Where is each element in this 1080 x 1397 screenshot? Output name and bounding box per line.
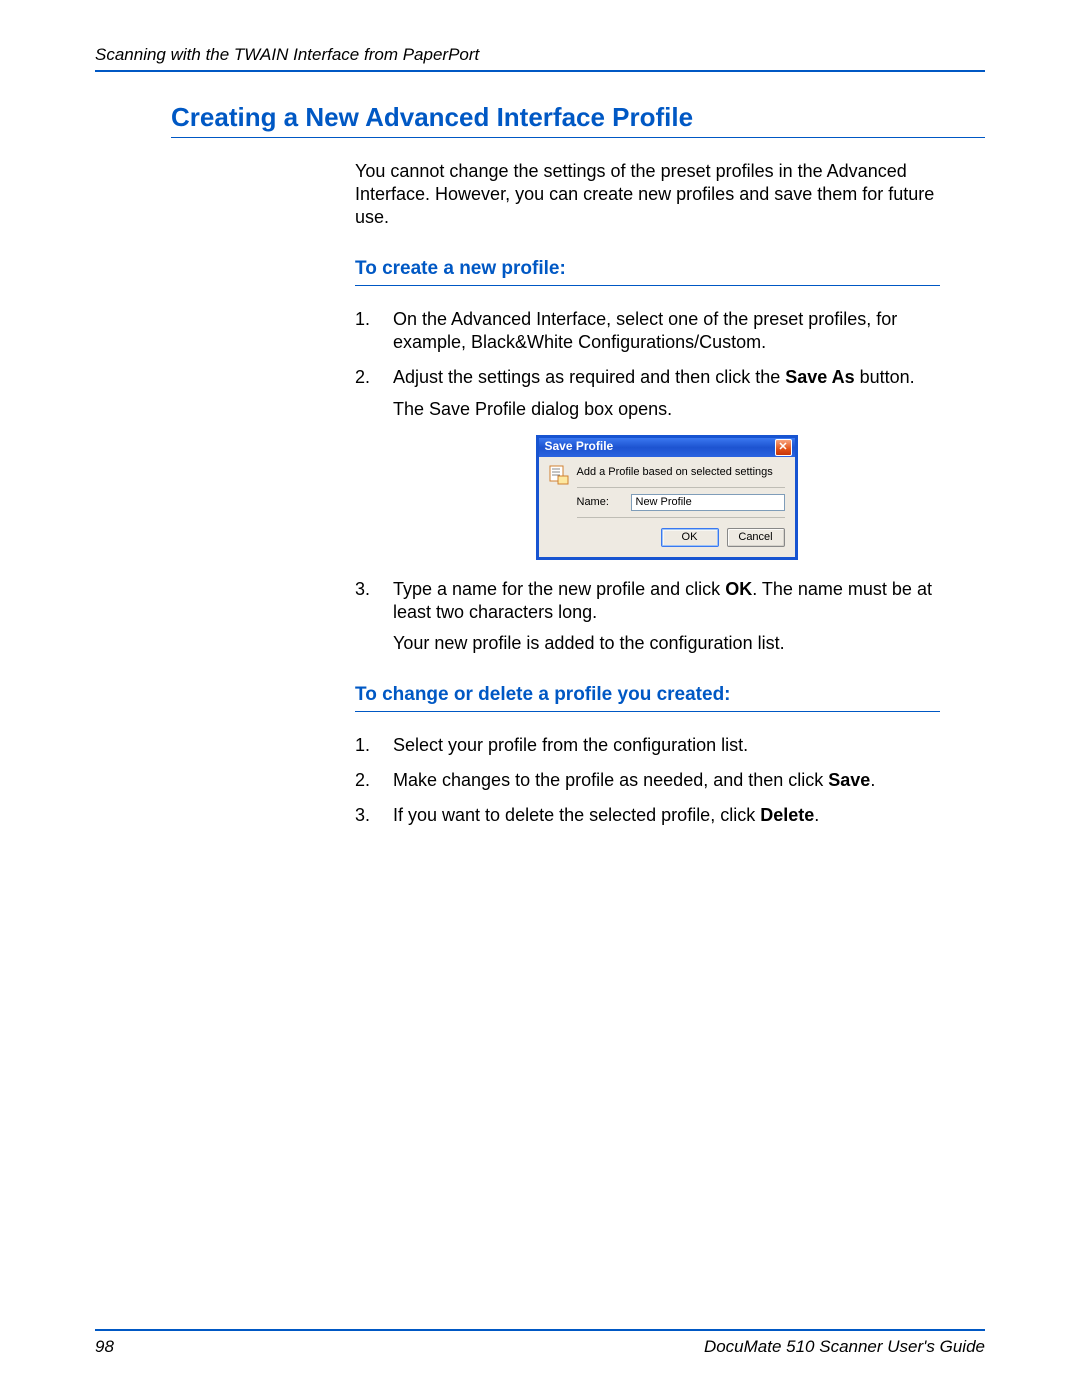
list-item: Select your profile from the configurati… <box>355 734 940 757</box>
create-steps-list: On the Advanced Interface, select one of… <box>355 308 940 389</box>
step-text: Type a name for the new profile and clic… <box>393 579 725 599</box>
step-text: Select your profile from the configurati… <box>393 735 748 755</box>
guide-name: DocuMate 510 Scanner User's Guide <box>704 1337 985 1357</box>
step-text: Adjust the settings as required and then… <box>393 367 785 387</box>
subhead-rule <box>355 285 940 286</box>
name-field-label: Name: <box>577 495 619 509</box>
dialog-titlebar[interactable]: Save Profile ✕ <box>539 435 795 457</box>
change-steps-list: Select your profile from the configurati… <box>355 734 940 827</box>
page-number: 98 <box>95 1337 114 1357</box>
cancel-button[interactable]: Cancel <box>727 528 785 547</box>
step-sub-paragraph: The Save Profile dialog box opens. <box>393 398 940 421</box>
subhead-change-profile: To change or delete a profile you create… <box>355 683 940 707</box>
footer-divider <box>95 1329 985 1331</box>
section-title: Creating a New Advanced Interface Profil… <box>171 102 985 133</box>
step-text-bold: OK <box>725 579 752 599</box>
list-item: Type a name for the new profile and clic… <box>355 578 940 624</box>
step-text: . <box>870 770 875 790</box>
name-input[interactable] <box>631 494 785 511</box>
list-item: Adjust the settings as required and then… <box>355 366 940 389</box>
close-button[interactable]: ✕ <box>775 439 792 456</box>
list-item: On the Advanced Interface, select one of… <box>355 308 940 354</box>
intro-paragraph: You cannot change the settings of the pr… <box>355 160 940 229</box>
step-sub-paragraph: Your new profile is added to the configu… <box>393 632 940 655</box>
ok-button[interactable]: OK <box>661 528 719 547</box>
dialog-title: Save Profile <box>545 439 614 454</box>
section-title-rule <box>171 137 985 138</box>
profile-icon <box>549 465 569 485</box>
dialog-description: Add a Profile based on selected settings <box>577 465 785 479</box>
step-text: button. <box>855 367 915 387</box>
step-text: . <box>814 805 819 825</box>
subhead-create-profile: To create a new profile: <box>355 257 940 281</box>
step-text: On the Advanced Interface, select one of… <box>393 309 897 352</box>
list-item: If you want to delete the selected profi… <box>355 804 940 827</box>
page-header-breadcrumb: Scanning with the TWAIN Interface from P… <box>95 45 985 65</box>
step-text: If you want to delete the selected profi… <box>393 805 760 825</box>
subhead-rule <box>355 711 940 712</box>
step-text-bold: Save <box>828 770 870 790</box>
header-divider <box>95 70 985 72</box>
save-profile-dialog: Save Profile ✕ <box>536 435 798 560</box>
step-text-bold: Save As <box>785 367 854 387</box>
step-text: Make changes to the profile as needed, a… <box>393 770 828 790</box>
step-text-bold: Delete <box>760 805 814 825</box>
close-icon: ✕ <box>778 440 787 454</box>
list-item: Make changes to the profile as needed, a… <box>355 769 940 792</box>
create-steps-list-cont: Type a name for the new profile and clic… <box>355 578 940 624</box>
